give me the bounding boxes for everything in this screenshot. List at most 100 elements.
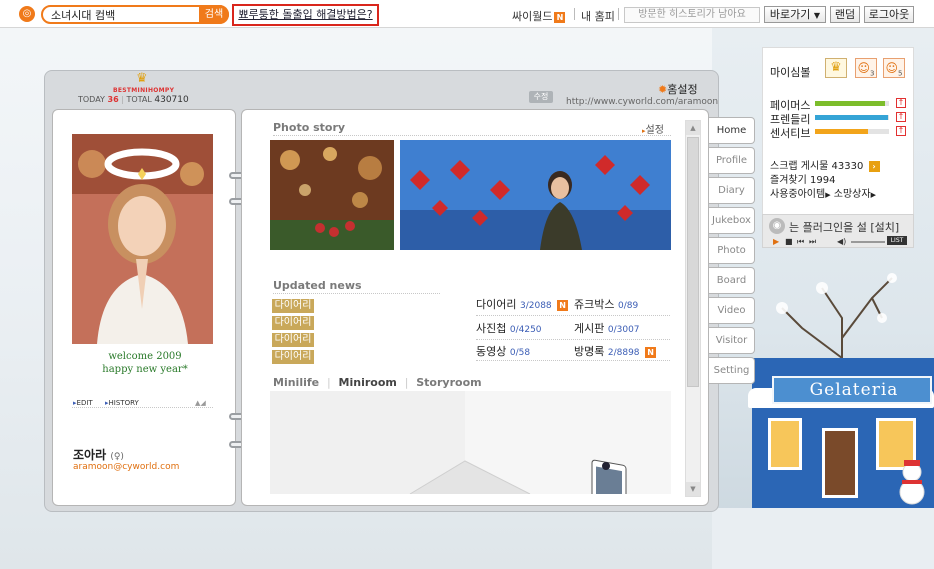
cyworld-link-label: 싸이월드 [512, 10, 553, 23]
stat-label: 동영상 [476, 345, 507, 358]
expand-toggle-icon[interactable]: ▲◢ [195, 399, 206, 407]
scrap-count[interactable]: 스크랩 게시물 43330 › [770, 157, 880, 172]
items-in-use-link[interactable]: 사용중아이템 [770, 189, 825, 200]
top-bar: ◎ 검색 뾰루퉁한 돌출입 해결방법은? 싸이월드N 내 홈피 방문한 히스토리… [0, 0, 934, 28]
edit-tag-button[interactable]: 수정 [529, 91, 553, 103]
dotted-line [72, 407, 213, 408]
news-chip[interactable]: 다이어리 [272, 350, 314, 364]
sun-icon: ✹ [658, 83, 668, 96]
shortcut-dropdown[interactable]: 바로가기 ▼ [764, 6, 826, 23]
cyworld-link[interactable]: 싸이월드 N [512, 8, 566, 24]
volume-icon: ◀) [837, 237, 847, 246]
profile-photo[interactable] [72, 134, 213, 344]
tab-home[interactable]: Home [709, 117, 755, 144]
greeting-line1: welcome 2009 [108, 351, 182, 362]
tab-minilife[interactable]: Minilife [273, 376, 319, 389]
divider [476, 360, 670, 361]
cd-icon: ◉ [769, 218, 785, 234]
profile-name[interactable]: 조아라 (♀) [73, 446, 124, 463]
search-box: 검색 [41, 5, 229, 24]
widget-title: 마이심볼 [770, 66, 811, 79]
miniroom-view[interactable] [270, 391, 671, 494]
stat-board[interactable]: 게시판 0/3007 [574, 320, 640, 336]
install-link[interactable]: [설치] [870, 221, 899, 234]
news-chip[interactable]: 다이어리 [272, 299, 314, 313]
dotted-line [476, 360, 670, 361]
stat-bar-track [815, 101, 889, 106]
stat-value: 0/89 [617, 301, 639, 311]
history-field[interactable]: 방문한 히스토리가 남아요 [624, 7, 760, 23]
stat-value: 3/2088 [519, 301, 552, 311]
home-settings-link[interactable]: ✹홈설정 [658, 81, 698, 97]
search-button[interactable]: 검색 [199, 5, 229, 24]
my-home-link[interactable]: 내 홈피 [581, 8, 615, 24]
play-icon[interactable]: ▶ [773, 237, 779, 246]
tab-storyroom[interactable]: Storyroom [416, 376, 481, 389]
scroll-down-icon[interactable]: ▼ [686, 482, 700, 496]
crown-icon[interactable]: ♛ [825, 58, 847, 78]
dotted-line [476, 315, 670, 316]
dotted-line [273, 135, 671, 136]
volume-slider[interactable] [851, 241, 885, 243]
tab-diary[interactable]: Diary [709, 177, 755, 204]
history-link[interactable]: ▸HISTORY [105, 399, 139, 407]
search-input[interactable] [51, 8, 201, 22]
photo-thumbnail-1[interactable] [270, 140, 394, 250]
scroll-thumb[interactable] [687, 137, 699, 387]
photo-thumbnail-2[interactable] [400, 140, 671, 250]
stat-jukebox[interactable]: 쥬크박스 0/89 [574, 296, 638, 312]
stat-bar-row: 센서티브 [770, 125, 810, 141]
cyworld-logo-icon[interactable]: ◎ [19, 6, 35, 22]
news-chip[interactable]: 다이어리 [272, 333, 314, 347]
stat-label: 게시판 [574, 322, 605, 335]
stat-video[interactable]: 동영상 0/58 [476, 343, 530, 359]
up-arrow-icon: ↑ [896, 126, 906, 136]
prev-icon[interactable]: ⏮ [797, 237, 804, 247]
news-chip[interactable]: 다이어리 [272, 316, 314, 330]
photo-settings-link[interactable]: ▸설정 [642, 121, 664, 136]
photo-story-title: Photo story [273, 121, 346, 134]
symbol-badge-icon[interactable]: ☺3 [855, 58, 877, 78]
arrow-right-icon: ▶ [825, 191, 831, 199]
stat-diary[interactable]: 다이어리 3/2088 N [476, 296, 569, 312]
tab-profile[interactable]: Profile [709, 147, 755, 174]
tab-video[interactable]: Video [709, 297, 755, 324]
divider [273, 135, 671, 136]
profile-panel: welcome 2009 happy new year* ▸EDIT ▸HIST… [52, 109, 236, 506]
symbol-badge-icon[interactable]: ☺5 [883, 58, 905, 78]
scrollbar[interactable]: ▲ ▼ [685, 120, 701, 497]
arrow-right-icon: ▶ [870, 191, 876, 199]
tab-photo[interactable]: Photo [709, 237, 755, 264]
profile-email[interactable]: aramoon@cyworld.com [73, 462, 179, 472]
stat-value: 0/3007 [607, 325, 640, 335]
scroll-up-icon[interactable]: ▲ [686, 121, 700, 135]
logout-button[interactable]: 로그아웃 [864, 6, 914, 23]
item-links: 사용중아이템▶ 소망상자▶ [770, 185, 876, 200]
stop-icon[interactable]: ■ [785, 237, 793, 246]
total-count: 430710 [154, 95, 189, 105]
chevron-down-icon: ▼ [813, 11, 821, 20]
new-badge: N [645, 346, 657, 358]
tab-jukebox[interactable]: Jukebox [709, 207, 755, 234]
wish-box-link[interactable]: 소망상자 [834, 189, 871, 200]
edit-link[interactable]: ▸EDIT [73, 399, 93, 407]
stat-photo-album[interactable]: 사진첩 0/4250 [476, 320, 542, 336]
symbol-badge-count: 5 [898, 69, 903, 78]
notice-link[interactable]: 뾰루퉁한 돌출입 해결방법은? [232, 4, 379, 26]
frame-header: ♛ BESTMINIHOMPY TODAY 36 | TOTAL 430710 … [45, 71, 720, 109]
divider [476, 339, 670, 340]
next-icon[interactable]: ⏭ [809, 237, 816, 247]
greeting-line2: happy new year* [102, 364, 188, 375]
tab-miniroom[interactable]: Miniroom [339, 376, 397, 389]
dotted-line [476, 339, 670, 340]
tab-board[interactable]: Board [709, 267, 755, 294]
tab-visitor[interactable]: Visitor [709, 327, 755, 354]
homepage-url[interactable]: http://www.cyworld.com/aramoon [566, 97, 718, 107]
symbol-badge-count: 3 [870, 69, 875, 78]
random-button[interactable]: 랜덤 [830, 6, 860, 23]
playlist-button[interactable]: LIST [887, 236, 907, 245]
tab-setting[interactable]: Setting [709, 357, 755, 384]
stat-guestbook[interactable]: 방명록 2/8898 N [574, 343, 657, 359]
stat-label: 다이어리 [476, 298, 517, 311]
favorites-count[interactable]: 즐겨찾기 1994 [770, 171, 835, 186]
